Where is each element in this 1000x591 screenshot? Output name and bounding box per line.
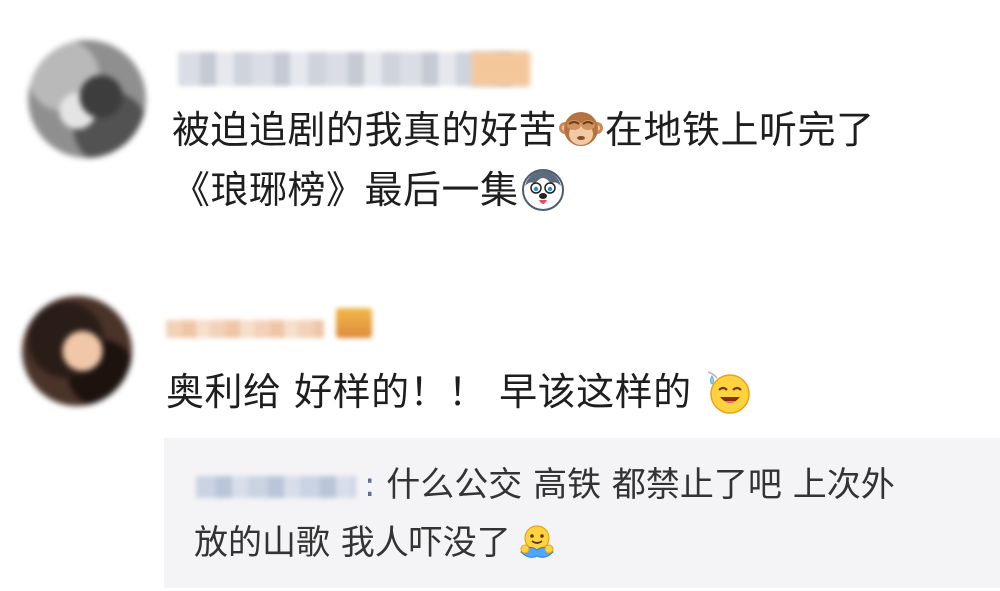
comment-text-segment: 《琅琊榜》最后一集: [172, 168, 519, 212]
avatar[interactable]: [28, 40, 146, 158]
husky-dog-icon: [521, 168, 565, 212]
comment-text: 奥利给 好样的！！ 早该这样的: [166, 362, 986, 422]
reply-text-line: 什么公交 高铁 都禁止了吧 上次外: [386, 465, 895, 505]
comment-item: 奥利给 好样的！！ 早该这样的 : 什么公交 高铁 都禁止了吧 上次外 放的山歌…: [0, 270, 1000, 591]
user-badge-blurred: [336, 308, 372, 338]
username-blurred[interactable]: [166, 320, 324, 338]
comment-text-segment: 在地铁上听完了: [605, 108, 875, 152]
sweat-smile-face-icon: [706, 370, 750, 414]
see-no-evil-monkey-icon: [559, 108, 604, 152]
comment-item: 被迫追剧的我真的好苦 在地铁上听完了 《琅琊榜》最后一集: [0, 0, 1000, 270]
reply-colon: :: [364, 465, 376, 505]
avatar[interactable]: [22, 296, 132, 406]
reply-preview[interactable]: : 什么公交 高铁 都禁止了吧 上次外 放的山歌 我人吓没了: [164, 438, 1000, 588]
comment-thread: 被迫追剧的我真的好苦 在地铁上听完了 《琅琊榜》最后一集 奥利给 好样的！！ 早…: [0, 0, 1000, 591]
comment-text: 被迫追剧的我真的好苦 在地铁上听完了 《琅琊榜》最后一集: [172, 100, 982, 220]
hugging-face-icon: [517, 522, 557, 562]
comment-text-segment: 被迫追剧的我真的好苦: [172, 108, 558, 152]
reply-text: : 什么公交 高铁 都禁止了吧 上次外 放的山歌 我人吓没了: [194, 456, 994, 572]
user-badge-blurred: [472, 52, 530, 86]
comment-text-segment: 奥利给 好样的！！ 早该这样的: [166, 370, 692, 414]
reply-text-line: 放的山歌 我人吓没了: [194, 523, 511, 563]
